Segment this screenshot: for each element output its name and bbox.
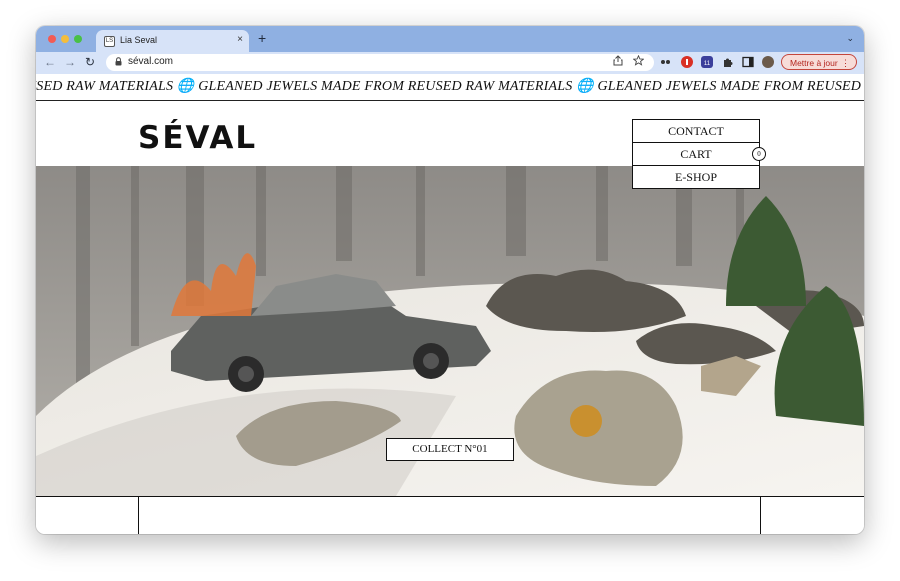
tab-close-icon[interactable]: × (237, 34, 243, 45)
favicon-icon: LS (104, 36, 115, 47)
password-key-icon[interactable] (660, 57, 672, 67)
back-button[interactable]: ← (44, 55, 56, 69)
eshop-link[interactable]: E-SHOP (632, 165, 760, 189)
reload-button[interactable]: ↻ (85, 55, 95, 69)
footer-cell (36, 497, 139, 534)
browser-window: LS Lia Seval × + ⌄ ← → ↻ séval.com 11 Me… (36, 26, 864, 534)
collect-button[interactable]: COLLECT N°01 (386, 438, 514, 461)
tab-lia-seval[interactable]: LS Lia Seval × (96, 30, 249, 52)
footer-cell (139, 497, 761, 534)
adblock-extension-icon[interactable] (681, 56, 693, 68)
update-button-label: Mettre à jour (790, 58, 838, 68)
side-panel-icon[interactable] (742, 56, 754, 68)
forward-button[interactable]: → (64, 55, 76, 69)
extension-badge-icon[interactable]: 11 (701, 56, 713, 68)
address-bar[interactable]: séval.com (106, 54, 654, 71)
url-text[interactable]: séval.com (128, 56, 173, 67)
update-button[interactable]: Mettre à jour ⋮ (781, 54, 857, 70)
new-tab-button[interactable]: + (258, 30, 266, 46)
marquee-text: USED RAW MATERIALS 🌐 GLEANED JEWELS MADE… (36, 79, 864, 94)
webpage: USED RAW MATERIALS 🌐 GLEANED JEWELS MADE… (36, 74, 864, 534)
share-icon[interactable] (613, 55, 623, 69)
cart-link[interactable]: CART 0 (632, 142, 766, 166)
minimize-window-button[interactable] (61, 35, 69, 43)
site-logo[interactable]: SÉVAL (138, 120, 257, 156)
profile-avatar[interactable] (762, 56, 774, 68)
announcement-marquee: USED RAW MATERIALS 🌐 GLEANED JEWELS MADE… (36, 74, 864, 101)
maximize-window-button[interactable] (74, 35, 82, 43)
close-window-button[interactable] (48, 35, 56, 43)
cart-count-badge: 0 (752, 147, 766, 161)
footer-cell (761, 497, 864, 534)
cart-label: CART (680, 147, 712, 161)
site-navigation: CONTACT CART 0 E-SHOP (632, 119, 766, 189)
bookmark-star-icon[interactable] (632, 54, 645, 69)
tab-title: Lia Seval (120, 35, 158, 45)
tab-strip: LS Lia Seval × + ⌄ (36, 26, 864, 52)
contact-link[interactable]: CONTACT (632, 119, 760, 143)
extension-badge-count: 11 (703, 61, 711, 67)
lock-icon[interactable] (115, 57, 122, 68)
kebab-menu-icon[interactable]: ⋮ (833, 55, 850, 71)
extensions-puzzle-icon[interactable] (722, 56, 734, 68)
browser-toolbar: ← → ↻ séval.com 11 Mettre à jour ⋮ (36, 52, 864, 75)
tab-search-chevron-icon[interactable]: ⌄ (846, 33, 854, 44)
